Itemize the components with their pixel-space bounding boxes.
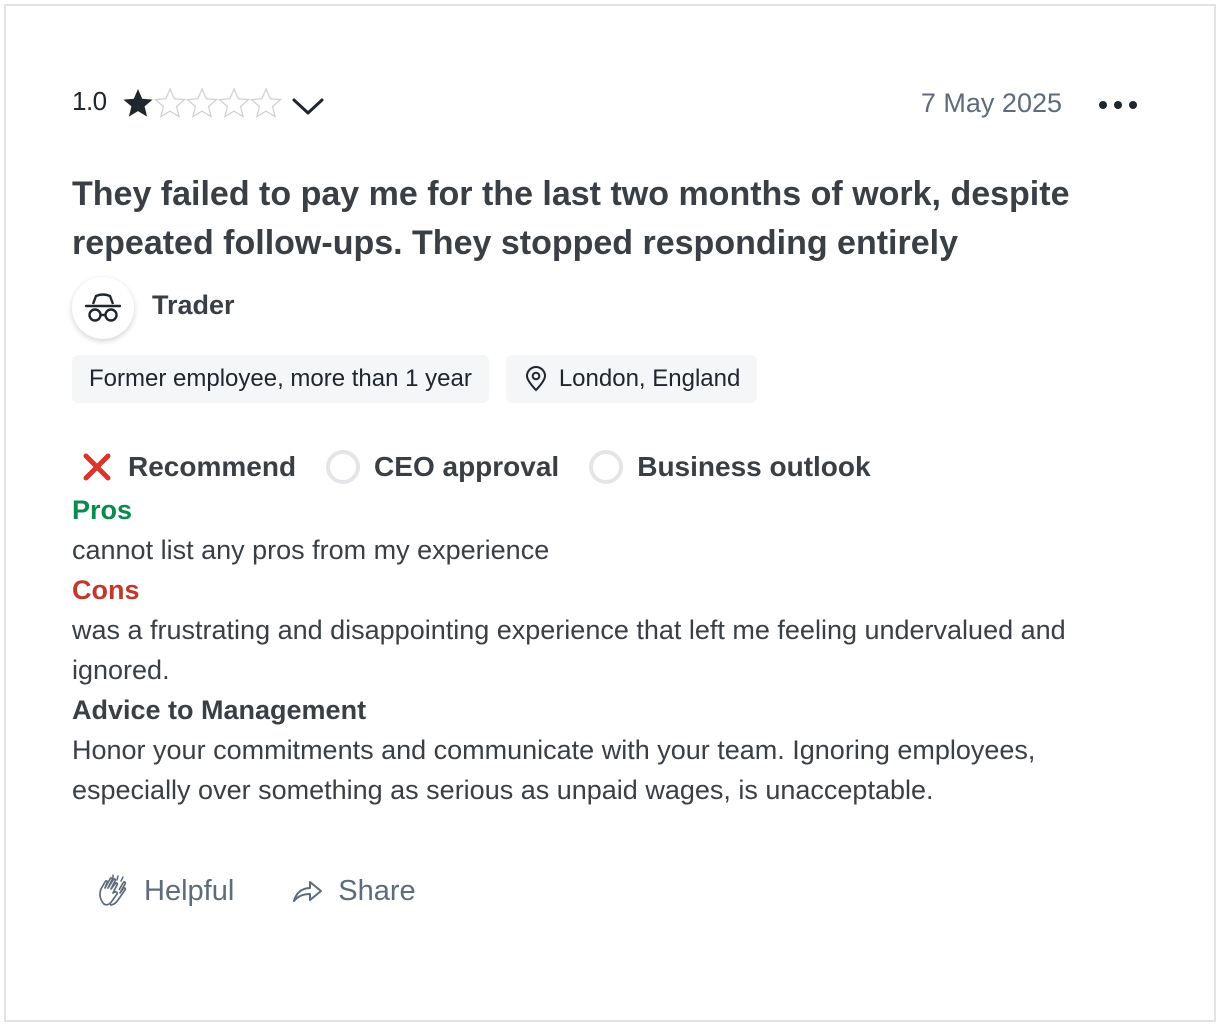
review-indicators: Recommend CEO approval Business outlook (80, 446, 901, 488)
business-outlook-indicator: Business outlook (589, 450, 871, 484)
chevron-down-icon[interactable] (290, 92, 326, 120)
job-title: Trader (152, 289, 235, 320)
star-rating (122, 86, 282, 120)
incognito-avatar-icon (84, 293, 122, 322)
employment-status: Former employee, more than 1 year (89, 365, 472, 392)
more-horizontal-icon[interactable] (1094, 90, 1142, 120)
recommend-indicator: Recommend (80, 450, 296, 484)
review-card: 1.0 7 May 2025 They failed to pay me for… (4, 4, 1216, 1022)
empty-circle-icon (326, 450, 361, 484)
reviewer-tags: Former employee, more than 1 year London… (72, 355, 758, 403)
helpful-label: Helpful (144, 874, 235, 907)
star-icon (218, 87, 250, 118)
recommend-label: Recommend (128, 451, 297, 482)
star-icon (123, 89, 153, 117)
employment-status-tag: Former employee, more than 1 year (72, 355, 489, 403)
share-button[interactable]: Share (290, 874, 416, 908)
helpful-button[interactable]: Helpful (96, 874, 234, 908)
advice-heading: Advice to Management (72, 695, 367, 725)
ceo-approval-label: CEO approval (374, 451, 560, 482)
pros-heading: Pros (72, 495, 133, 525)
review-date: 7 May 2025 (920, 88, 1062, 118)
rating-value: 1.0 (72, 86, 107, 116)
location-tag: London, England (505, 355, 758, 403)
clapping-hands-icon (99, 874, 127, 906)
cons-heading: Cons (72, 575, 140, 605)
star-icon (186, 87, 218, 118)
map-pin-icon (525, 366, 546, 392)
share-label: Share (338, 874, 416, 907)
ceo-approval-indicator: CEO approval (326, 450, 559, 484)
reviewer-info: Trader (72, 276, 235, 340)
star-icon (154, 87, 186, 118)
business-outlook-label: Business outlook (637, 451, 871, 482)
cons-text: was a frustrating and disappointing expe… (72, 615, 1066, 685)
review-title[interactable]: They failed to pay me for the last two m… (72, 170, 1162, 268)
x-mark-icon (83, 453, 111, 481)
review-actions: Helpful Share (96, 868, 472, 914)
empty-circle-icon (589, 450, 624, 484)
share-arrow-icon (293, 881, 323, 902)
star-icon (250, 87, 282, 118)
avatar (72, 277, 134, 339)
pros-text: cannot list any pros from my experience (72, 535, 550, 565)
review-header: 1.0 7 May 2025 (72, 84, 1152, 128)
location: London, England (558, 365, 741, 392)
advice-text: Honor your commitments and communicate w… (72, 735, 1036, 805)
